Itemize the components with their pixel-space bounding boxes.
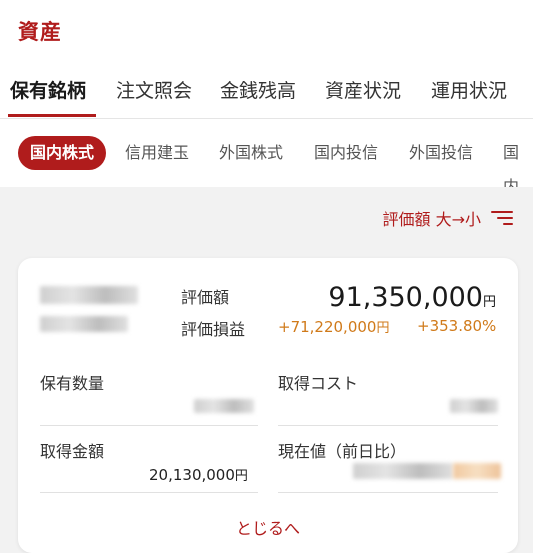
quantity-value-redacted [194, 399, 254, 413]
sort-button[interactable]: 評価額 大→小 [382, 206, 513, 230]
chip-margin-positions[interactable]: 信用建玉 [125, 136, 189, 170]
cost-value-redacted [450, 399, 498, 413]
divider [40, 425, 258, 426]
tab-orders[interactable]: 注文照会 [116, 76, 192, 103]
divider [40, 492, 258, 493]
tab-performance[interactable]: 運用状況 [431, 76, 507, 103]
chip-domestic-funds[interactable]: 国内投信 [314, 136, 378, 170]
sort-icon [491, 210, 513, 226]
holding-card: 評価額 91,350,000円 評価損益 +71,220,000円 +353.8… [18, 258, 518, 553]
chip-foreign-funds[interactable]: 外国投信 [409, 136, 473, 170]
asset-type-tabs: 国内株式 信用建玉 外国株式 国内投信 外国投信 国内 [0, 118, 533, 187]
divider [278, 492, 498, 493]
pl-label: 評価損益 [181, 320, 246, 339]
active-tab-indicator [8, 114, 96, 117]
tab-asset-status[interactable]: 資産状況 [325, 76, 401, 103]
stock-name-redacted [40, 286, 138, 304]
tab-holdings[interactable]: 保有銘柄 [10, 76, 86, 103]
tab-cash-balance[interactable]: 金銭残高 [220, 76, 296, 103]
sort-label: 評価額 大→小 [382, 210, 482, 229]
page-title: 資産 [18, 20, 62, 44]
valuation-label: 評価額 [181, 288, 230, 307]
acquisition-amount-value: 20,130,000円 [149, 466, 248, 484]
chip-domestic-stocks[interactable]: 国内株式 [18, 136, 107, 170]
valuation-value: 91,350,000円 [328, 282, 496, 313]
current-price-redacted [353, 463, 453, 479]
cost-label: 取得コスト [278, 374, 359, 393]
pl-value: +71,220,000円 [278, 318, 390, 336]
app-header: 資産 [0, 0, 533, 62]
divider [278, 425, 498, 426]
chip-domestic-more[interactable]: 国内 [503, 136, 533, 187]
price-change-redacted [453, 463, 501, 479]
pl-percent: +353.80% [417, 317, 497, 335]
current-price-label: 現在値（前日比） [278, 442, 407, 461]
acquisition-amount-label: 取得金額 [40, 442, 105, 461]
chip-foreign-stocks[interactable]: 外国株式 [219, 136, 283, 170]
main-tabs: 保有銘柄 注文照会 金銭残高 資産状況 運用状況 [0, 62, 533, 118]
quantity-label: 保有数量 [40, 374, 105, 393]
stock-code-redacted [40, 316, 128, 332]
collapse-link[interactable]: とじるへ [18, 515, 518, 539]
